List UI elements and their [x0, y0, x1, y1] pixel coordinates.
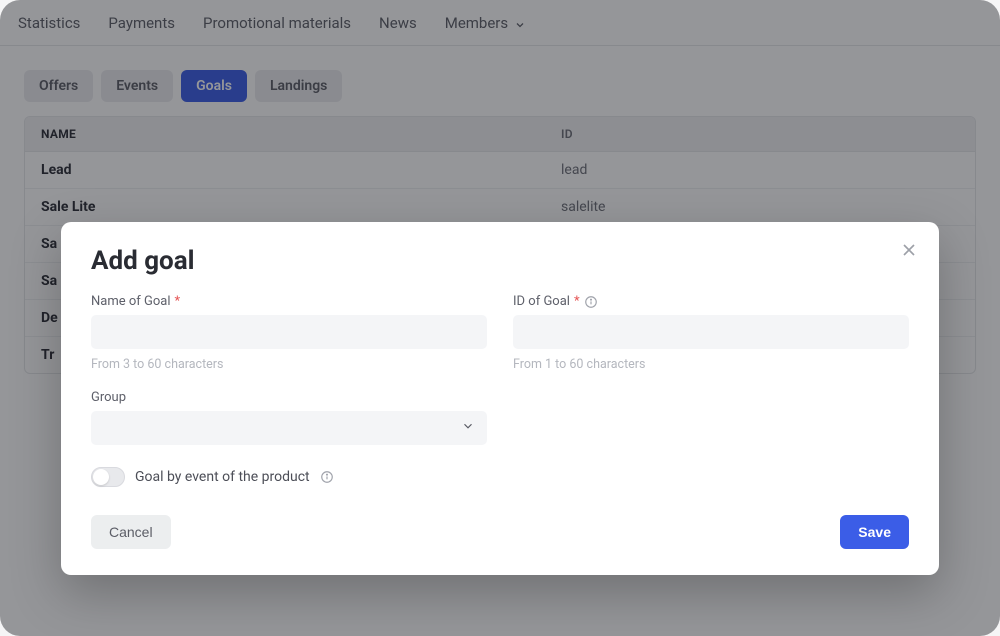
add-goal-modal: Add goal Name of Goal * From 3 to 60 cha…	[61, 222, 939, 575]
name-input[interactable]	[91, 315, 487, 349]
label-name: Name of Goal	[91, 294, 171, 309]
cancel-button[interactable]: Cancel	[91, 515, 171, 549]
info-icon[interactable]	[320, 470, 334, 484]
id-hint: From 1 to 60 characters	[513, 357, 909, 372]
chevron-down-icon	[461, 419, 475, 437]
toggle-label: Goal by event of the product	[135, 469, 310, 485]
modal-actions: Cancel Save	[91, 515, 909, 549]
close-icon	[899, 245, 919, 264]
goal-by-event-toggle[interactable]	[91, 467, 125, 487]
label-group: Group	[91, 390, 126, 405]
group-select[interactable]	[91, 411, 487, 445]
required-mark: *	[175, 294, 181, 309]
field-name-of-goal: Name of Goal * From 3 to 60 characters	[91, 294, 487, 372]
name-hint: From 3 to 60 characters	[91, 357, 487, 372]
info-icon[interactable]	[584, 295, 598, 309]
field-id-of-goal: ID of Goal * From 1 to 60 characters	[513, 294, 909, 372]
modal-title: Add goal	[91, 246, 909, 276]
field-group: Group	[91, 390, 487, 445]
save-button[interactable]: Save	[840, 515, 909, 549]
close-button[interactable]	[899, 240, 919, 264]
toggle-row: Goal by event of the product	[91, 467, 909, 487]
spacer	[513, 390, 909, 445]
required-mark: *	[574, 294, 580, 309]
label-id: ID of Goal	[513, 294, 570, 309]
id-input[interactable]	[513, 315, 909, 349]
modal-overlay[interactable]: Add goal Name of Goal * From 3 to 60 cha…	[0, 0, 1000, 636]
